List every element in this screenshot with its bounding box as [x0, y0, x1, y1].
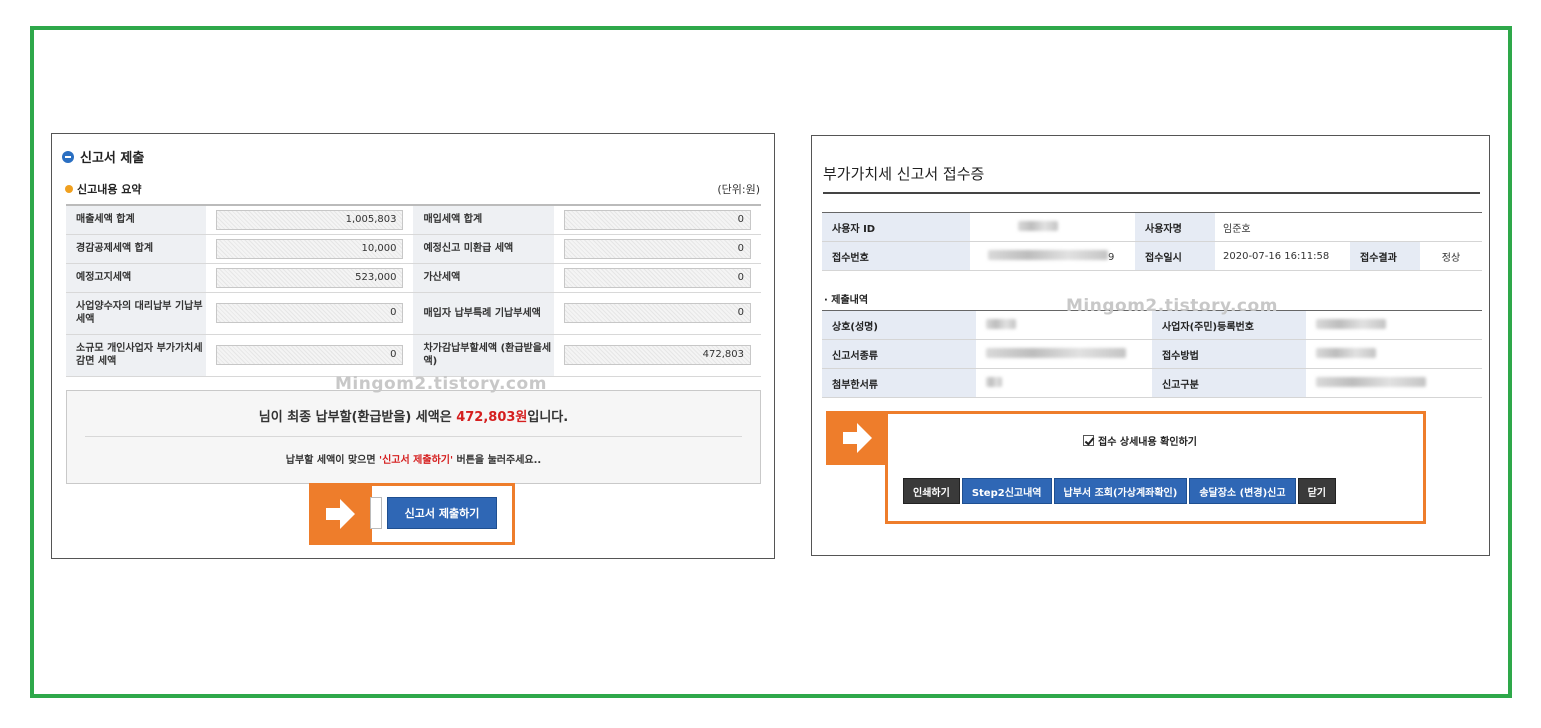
final-amount-notice: 님이 최종 납부할(환급받을) 세액은 472,803원입니다. 납부할 세액이… [66, 390, 761, 484]
summary-table: 매출세액 합계 1,005,803 매입세액 합계 0 경감공제세액 합계 10… [66, 204, 761, 377]
orange-bullet-icon [65, 185, 73, 193]
value-field: 523,000 [216, 267, 404, 288]
summary-subtitle-text: 신고내용 요약 [77, 183, 142, 196]
row-label: 차가감납부할세액 (환급받을세액) [413, 334, 554, 377]
table-row: 경감공제세액 합계 10,000 예정신고 미환급 세액 0 [66, 234, 761, 264]
title-divider [823, 192, 1480, 194]
row-label: 신고구분 [1151, 368, 1306, 398]
table-row: 접수번호 9 접수일시 2020-07-16 16:11:58 접수결과 정상 [822, 241, 1482, 271]
receipt-title: 부가가치세 신고서 접수증 [823, 165, 985, 183]
divider [85, 436, 742, 437]
value-field: 0 [216, 303, 404, 323]
unit-label: (단위:원) [717, 183, 760, 196]
submit-instruction: 납부할 세액이 맞으면 '신고서 제출하기' 버튼을 눌러주세요.. [285, 455, 542, 466]
confirm-detail-checkbox-row[interactable]: 접수 상세내용 확인하기 [1083, 433, 1197, 448]
blurred-value [975, 368, 1152, 398]
section-title: · 제출내역 [824, 295, 869, 306]
table-row: 매출세액 합계 1,005,803 매입세액 합계 0 [66, 204, 761, 235]
submission-detail-table: 상호(성명) 사업자(주민)등록번호 신고서종류 접수방법 첨부한서류 신고구분 [822, 310, 1482, 398]
row-label: 매출세액 합계 [66, 204, 207, 235]
table-row: 신고서종류 접수방법 [822, 339, 1482, 369]
table-row: 사용자 ID 사용자명 임준호 [822, 212, 1482, 242]
watermark: Mingom2.tistory.com [335, 374, 547, 394]
table-row: 사업양수자의 대리납부 기납부세액 0 매입자 납부특례 기납부세액 0 [66, 292, 761, 335]
value-field: 0 [216, 345, 404, 365]
blurred-value [1305, 368, 1482, 398]
arrow-right-icon [826, 411, 888, 465]
summary-subtitle: 신고내용 요약 [65, 181, 142, 197]
row-label: 소규모 개인사업자 부가가치세 감면 세액 [66, 334, 207, 377]
row-label: 경감공제세액 합계 [66, 234, 207, 264]
row-label: 신고서종류 [822, 339, 976, 369]
user-name-value: 임준호 [1215, 212, 1482, 242]
value-field: 0 [563, 267, 751, 288]
value-field: 472,803 [563, 345, 751, 365]
print-button[interactable]: 인쇄하기 [903, 478, 960, 504]
submit-return-button[interactable]: 신고서 제출하기 [387, 497, 497, 529]
receipt-date-label: 접수일시 [1135, 241, 1215, 271]
value-field: 1,005,803 [216, 209, 404, 230]
watermark: Mingom2.tistory.com [1066, 296, 1278, 316]
final-amount-text: 님이 최종 납부할(환급받을) 세액은 472,803원입니다. [258, 410, 569, 425]
receipt-no-label: 접수번호 [822, 241, 970, 271]
user-name-label: 사용자명 [1135, 212, 1215, 242]
panel-title: 신고서 제출 [62, 147, 144, 166]
table-row: 소규모 개인사업자 부가가치세 감면 세액 0 차가감납부할세액 (환급받을세액… [66, 334, 761, 377]
highlight-box [885, 411, 1426, 524]
row-label: 접수방법 [1151, 339, 1306, 369]
value-field: 0 [563, 303, 751, 323]
payment-lookup-button[interactable]: 납부서 조회(가상계좌확인) [1053, 478, 1188, 504]
delivery-address-button[interactable]: 송달장소 (변경)신고 [1189, 478, 1296, 504]
receipt-info-table: 사용자 ID 사용자명 임준호 접수번호 9 접수일시 2020-07-16 1… [822, 212, 1482, 271]
blank-button[interactable] [370, 497, 382, 529]
panel-title-text: 신고서 제출 [80, 151, 145, 166]
final-amount: 472,803원 [456, 410, 528, 425]
close-button[interactable]: 닫기 [1297, 478, 1336, 504]
receipt-no-value: 9 [970, 241, 1135, 271]
blurred-value [975, 339, 1152, 369]
user-id-value [970, 212, 1135, 242]
blurred-value [1305, 310, 1482, 340]
row-label: 예정신고 미환급 세액 [413, 234, 554, 264]
row-label: 예정고지세액 [66, 263, 207, 293]
result-value: 정상 [1420, 241, 1482, 271]
row-label: 매입세액 합계 [413, 204, 554, 235]
value-field: 0 [563, 209, 751, 230]
step2-history-button[interactable]: Step2신고내역 [961, 478, 1052, 504]
receipt-button-row: 인쇄하기 Step2신고내역 납부서 조회(가상계좌확인) 송달장소 (변경)신… [903, 478, 1336, 504]
row-label: 매입자 납부특례 기납부세액 [413, 292, 554, 335]
arrow-right-icon [309, 483, 371, 545]
table-row: 예정고지세액 523,000 가산세액 0 [66, 263, 761, 293]
value-field: 10,000 [216, 238, 404, 259]
row-label: 사업양수자의 대리납부 기납부세액 [66, 292, 207, 335]
result-label: 접수결과 [1350, 241, 1420, 271]
receipt-date-value: 2020-07-16 16:11:58 [1215, 241, 1350, 271]
row-label: 첨부한서류 [822, 368, 976, 398]
user-id-label: 사용자 ID [822, 212, 970, 242]
row-label: 상호(성명) [822, 310, 976, 340]
confirm-detail-checkbox[interactable] [1083, 435, 1094, 446]
circle-bullet-icon [62, 150, 74, 163]
table-row: 첨부한서류 신고구분 [822, 368, 1482, 398]
row-label: 가산세액 [413, 263, 554, 293]
blurred-value [1305, 339, 1482, 369]
value-field: 0 [563, 238, 751, 259]
checkbox-label: 접수 상세내용 확인하기 [1098, 437, 1197, 448]
